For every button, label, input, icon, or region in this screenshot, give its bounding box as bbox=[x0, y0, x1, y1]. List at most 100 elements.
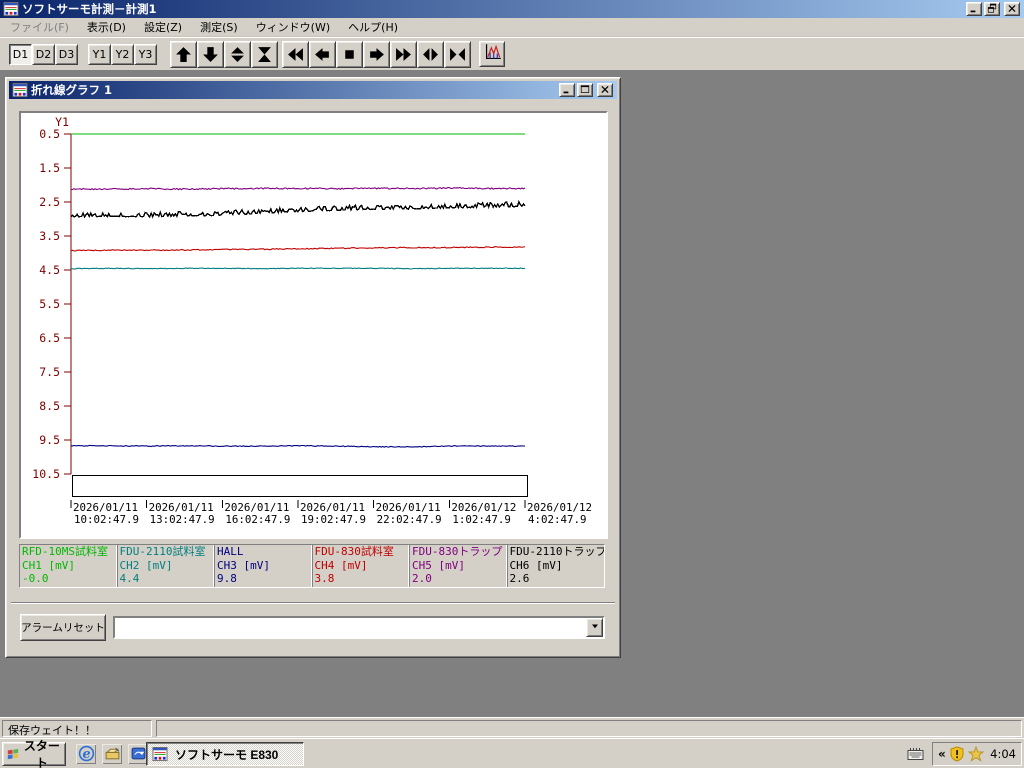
svg-text:e: e bbox=[82, 747, 90, 762]
rewind-button[interactable] bbox=[282, 40, 309, 68]
quick-launch: e bbox=[76, 744, 148, 764]
star-icon[interactable] bbox=[967, 745, 985, 762]
d-button[interactable]: D1 bbox=[9, 43, 32, 65]
merge-horizontal-button[interactable] bbox=[444, 40, 471, 68]
channel-name: FDU-2110トラップ bbox=[509, 545, 605, 558]
close-icon bbox=[599, 83, 611, 98]
close-button[interactable] bbox=[597, 83, 613, 97]
graph-window: 折れ線グラフ 1 Y1 0.5 1.5 2.5 3.5 4.5 5.5 6.5 7.5 8.5 9.… bbox=[5, 77, 621, 658]
statusbar: 保存ウェイト！！ bbox=[0, 717, 1024, 738]
graph-window-titlebar[interactable]: 折れ線グラフ 1 bbox=[9, 81, 617, 99]
arrow-down-button[interactable] bbox=[197, 40, 224, 68]
menu-item[interactable]: ウィンドウ(W) bbox=[248, 17, 338, 37]
merge-vertical-button[interactable] bbox=[251, 40, 278, 68]
channel-value: -0.0 bbox=[22, 572, 49, 586]
channel-name: RFD-10MS試料室 bbox=[22, 545, 108, 558]
split-horizontal-button[interactable] bbox=[417, 40, 444, 68]
graph-window-title: 折れ線グラフ 1 bbox=[31, 83, 113, 97]
menubar: ファイル(F) 表示(D) 設定(Z) 測定(S) ウィンドウ(W) ヘルプ(H) bbox=[0, 18, 1024, 37]
svg-text:0.5: 0.5 bbox=[39, 127, 60, 141]
maximize-button[interactable] bbox=[577, 83, 593, 97]
tray-chevron[interactable]: « bbox=[938, 747, 946, 761]
channel-label: CH5 [mV] bbox=[412, 558, 465, 572]
fast-forward-icon bbox=[396, 47, 411, 61]
svg-text:1:02:47.9: 1:02:47.9 bbox=[452, 513, 511, 526]
toolbar: D1 D2 D3 Y1 Y2 Y3 bbox=[0, 37, 1024, 70]
graph-settings-button[interactable] bbox=[479, 41, 505, 67]
task-label: ソフトサーモ E830 bbox=[175, 747, 279, 762]
combo-dropdown-button[interactable] bbox=[586, 618, 603, 637]
channel-value: 2.0 bbox=[412, 572, 432, 586]
windows-flag-icon bbox=[7, 747, 20, 762]
step-back-button[interactable] bbox=[309, 40, 336, 68]
line-chart: Y10.51.52.53.54.55.56.57.58.59.510.52026… bbox=[32, 115, 592, 526]
minimize-button[interactable] bbox=[966, 2, 982, 16]
channel-value: 9.8 bbox=[217, 572, 237, 586]
channel-label: CH4 [mV] bbox=[314, 558, 368, 572]
y-button-group: Y1 Y2 Y3 bbox=[88, 43, 157, 65]
restore-button[interactable] bbox=[984, 2, 1000, 16]
app-title: ソフトサーモ計測－計測1 bbox=[22, 2, 157, 16]
arrow-up-button[interactable] bbox=[170, 40, 197, 68]
svg-text:10.5: 10.5 bbox=[32, 467, 60, 481]
status-panel bbox=[156, 720, 1022, 737]
y-button[interactable]: Y1 bbox=[88, 43, 111, 65]
svg-text:13:02:47.9: 13:02:47.9 bbox=[150, 513, 215, 526]
channel-legend: RFD-10MS試料室 CH1 [mV] -0.0 FDU-2110試料室 CH… bbox=[19, 544, 605, 588]
chart-panel: Y1 0.5 1.5 2.5 3.5 4.5 5.5 6.5 7.5 8.5 9.5 10.5 2026… bbox=[19, 111, 608, 539]
ime-keyboard-icon[interactable] bbox=[906, 746, 925, 762]
app-icon bbox=[152, 746, 168, 762]
rewind-icon bbox=[288, 47, 303, 61]
svg-text:16:02:47.9: 16:02:47.9 bbox=[225, 513, 290, 526]
menu-item[interactable]: 設定(Z) bbox=[136, 17, 190, 37]
channel-name: FDU-2110試料室 bbox=[119, 545, 206, 558]
legend-cell: FDU-830試料室 CH4 [mV] 3.8 bbox=[313, 545, 410, 587]
stop-button[interactable] bbox=[336, 40, 363, 68]
d-button[interactable]: D3 bbox=[55, 43, 78, 65]
combo-value-field[interactable] bbox=[115, 618, 586, 637]
close-button[interactable] bbox=[1004, 2, 1020, 16]
svg-text:4.5: 4.5 bbox=[39, 263, 60, 277]
channel-name: FDU-830トラップ bbox=[412, 545, 503, 558]
outlook-express-button[interactable] bbox=[128, 744, 148, 764]
show-desktop-icon bbox=[105, 747, 119, 760]
fast-forward-button[interactable] bbox=[390, 40, 417, 68]
svg-text:10:02:47.9: 10:02:47.9 bbox=[74, 513, 139, 526]
alarm-reset-button[interactable]: アラームリセット bbox=[20, 614, 106, 641]
svg-text:7.5: 7.5 bbox=[39, 365, 60, 379]
internet-explorer-button[interactable]: e bbox=[76, 744, 96, 764]
show-desktop-button[interactable] bbox=[102, 744, 122, 764]
menu-item[interactable]: ファイル(F) bbox=[2, 17, 77, 37]
y-button[interactable]: Y3 bbox=[134, 43, 157, 65]
menu-item[interactable]: 測定(S) bbox=[192, 17, 246, 37]
minimize-icon bbox=[968, 2, 980, 17]
svg-text:4:02:47.9: 4:02:47.9 bbox=[528, 513, 587, 526]
split-vertical-button[interactable] bbox=[224, 40, 251, 68]
split-vertical-icon bbox=[231, 46, 244, 62]
scale-button-group bbox=[170, 40, 278, 68]
menu-item[interactable]: 表示(D) bbox=[79, 17, 134, 37]
start-button[interactable]: スタート bbox=[2, 739, 66, 768]
security-shield-icon[interactable] bbox=[949, 746, 965, 762]
app-titlebar[interactable]: ソフトサーモ計測－計測1 bbox=[0, 0, 1024, 18]
d-button[interactable]: D2 bbox=[32, 43, 55, 65]
y-button[interactable]: Y2 bbox=[111, 43, 134, 65]
legend-cell: HALL CH3 [mV] 9.8 bbox=[215, 545, 313, 587]
channel-value: 2.6 bbox=[509, 572, 530, 586]
menu-item[interactable]: ヘルプ(H) bbox=[340, 17, 406, 37]
svg-text:6.5: 6.5 bbox=[39, 331, 60, 345]
separator bbox=[11, 602, 615, 604]
legend-cell: FDU-830トラップ CH5 [mV] 2.0 bbox=[410, 545, 508, 587]
svg-text:22:02:47.9: 22:02:47.9 bbox=[377, 513, 442, 526]
legend-cell: FDU-2110トラップ CH6 [mV] 2.6 bbox=[508, 545, 605, 587]
step-forward-button[interactable] bbox=[363, 40, 390, 68]
svg-text:19:02:47.9: 19:02:47.9 bbox=[301, 513, 366, 526]
minimize-button[interactable] bbox=[559, 83, 575, 97]
window-controls bbox=[966, 2, 1022, 16]
graph-window-controls bbox=[559, 83, 615, 97]
channel-value: 4.4 bbox=[119, 572, 140, 586]
close-icon bbox=[1006, 2, 1018, 17]
task-button[interactable]: ソフトサーモ E830 bbox=[146, 742, 304, 766]
alarm-combo bbox=[113, 616, 605, 639]
workspace: 折れ線グラフ 1 Y1 0.5 1.5 2.5 3.5 4.5 5.5 6.5 7.5 8.5 9.… bbox=[0, 70, 1024, 717]
